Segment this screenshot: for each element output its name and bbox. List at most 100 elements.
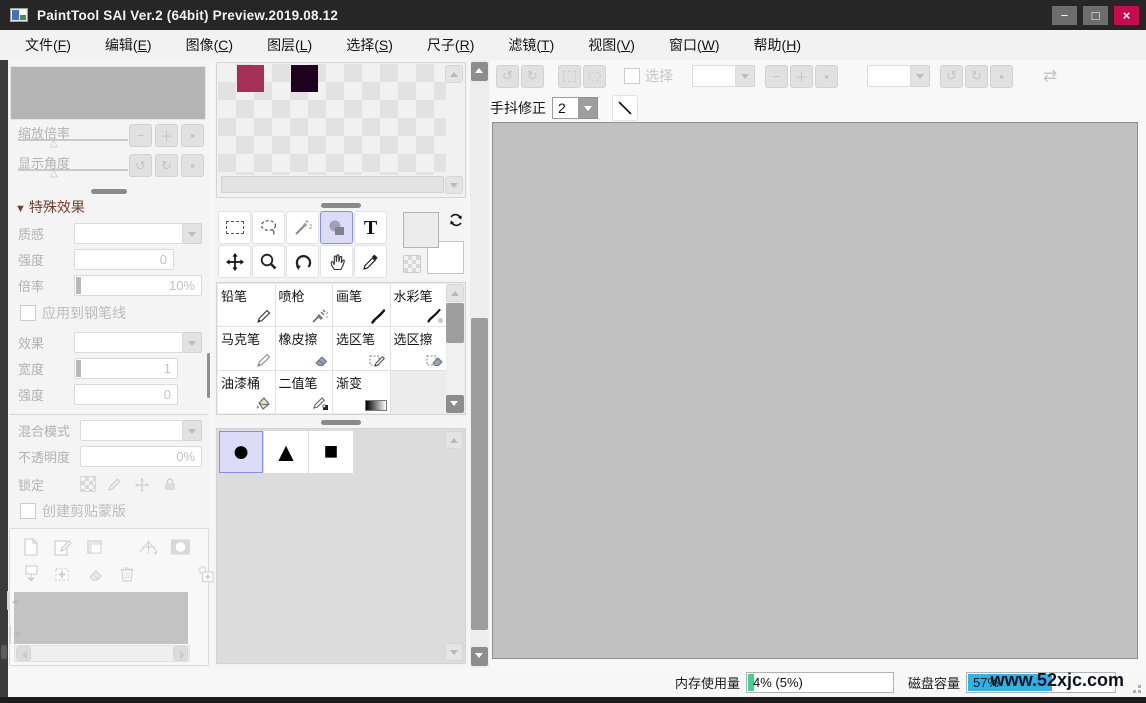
brush-scroll-thumb[interactable] (446, 303, 464, 343)
transparent-color-button[interactable] (403, 255, 421, 273)
angle-slider[interactable] (18, 169, 128, 171)
clipping-mask-checkbox[interactable] (20, 503, 36, 519)
texture-dropdown[interactable] (74, 223, 202, 244)
lasso-tool[interactable] (252, 211, 285, 244)
zoom-reset-button[interactable]: ▪ (815, 65, 838, 88)
canvas[interactable] (492, 122, 1138, 659)
menu-edit[interactable]: 编辑(E) (88, 35, 169, 55)
brush-item[interactable]: 画笔 (333, 284, 390, 326)
flip-view-icon[interactable]: ⇄ (1043, 66, 1057, 86)
layer-mask-icon[interactable] (170, 536, 191, 557)
brush-item[interactable]: 橡皮擦 (276, 327, 333, 369)
rotate-reset-button[interactable]: ▪ (990, 65, 1013, 88)
nav-zoom-out-button[interactable]: − (129, 124, 152, 147)
nav-rotate-ccw-button[interactable]: ↺ (129, 154, 152, 177)
dropdown-arrow-icon[interactable] (183, 223, 202, 244)
navigator-preview[interactable] (10, 66, 206, 120)
magic-wand-tool[interactable] (286, 211, 319, 244)
transfer-down-icon[interactable] (20, 563, 41, 584)
lock-alpha-icon[interactable] (80, 476, 96, 492)
rotate-ccw-button[interactable]: ↺ (940, 65, 963, 88)
texture-strength-field[interactable]: 0 (74, 249, 174, 270)
resize-grip[interactable] (1130, 682, 1141, 693)
brush-item[interactable]: 马克笔 (218, 327, 275, 369)
clear-layer-icon[interactable] (84, 563, 105, 584)
lock-padlock-icon[interactable] (160, 476, 180, 494)
brush-scrollbar[interactable] (446, 284, 464, 413)
brush-item[interactable]: 喷枪 (276, 284, 333, 326)
layer-scroll-down-button[interactable] (9, 625, 11, 644)
rotate-cw-button[interactable]: ↻ (965, 65, 988, 88)
redo-button[interactable]: ↻ (521, 65, 544, 88)
blend-mode-dropdown[interactable] (80, 420, 202, 441)
menu-help[interactable]: 帮助(H) (737, 35, 818, 55)
shape-tool[interactable] (320, 211, 353, 244)
zoom-tool[interactable] (252, 245, 285, 278)
merge-add-icon[interactable] (52, 563, 73, 584)
new-pen-layer-icon[interactable] (52, 536, 73, 557)
brush-scroll-up-button[interactable] (446, 284, 464, 302)
menu-file[interactable]: 文件(F) (8, 35, 88, 55)
layer-horizontal-scrollbar[interactable] (14, 645, 190, 662)
left-panel-scroll-indicator[interactable] (207, 353, 210, 398)
menu-select[interactable]: 选择(S) (329, 35, 410, 55)
special-effects-header[interactable]: ▼特殊效果 (15, 197, 210, 217)
menu-ruler[interactable]: 尺子(R) (410, 35, 491, 55)
stabilizer-value[interactable]: 2 (552, 97, 579, 119)
main-vertical-scrollbar[interactable] (470, 60, 489, 668)
zoom-in-button[interactable]: ＋ (790, 65, 813, 88)
scroll-up-button[interactable] (471, 62, 488, 81)
minimize-button[interactable]: − (1052, 6, 1077, 25)
lock-pencil-icon[interactable] (104, 476, 124, 494)
delete-layer-icon[interactable] (116, 563, 137, 584)
copy-layer-icon[interactable] (194, 563, 215, 584)
close-button[interactable]: × (1114, 6, 1139, 25)
apply-to-pen-checkbox[interactable] (20, 305, 36, 321)
layer-scroll-right-button[interactable] (173, 646, 188, 661)
move-tool[interactable] (218, 245, 251, 278)
new-layer-folder-icon[interactable] (84, 536, 105, 557)
layer-list[interactable] (14, 592, 188, 644)
brush-item[interactable]: 水彩笔 (391, 284, 448, 326)
dropdown-arrow-icon[interactable] (183, 420, 202, 441)
brush-item[interactable]: 选区擦 (391, 327, 448, 369)
brush-item[interactable]: 渐变 (333, 371, 390, 413)
width-field[interactable]: 1 (74, 358, 178, 379)
text-tool[interactable]: T (354, 211, 387, 244)
panel-splitter-handle[interactable] (321, 420, 361, 425)
scroll-thumb[interactable] (471, 318, 488, 630)
shape-circle-option[interactable]: ● (219, 431, 263, 473)
dropdown-arrow-icon[interactable] (183, 332, 202, 353)
menu-filter[interactable]: 滤镜(T) (491, 35, 571, 55)
perspective-ruler-icon[interactable] (138, 536, 159, 557)
shape-triangle-option[interactable]: ▲ (264, 431, 308, 473)
nav-angle-reset-button[interactable]: ▪ (181, 154, 204, 177)
new-layer-icon[interactable] (20, 536, 41, 557)
selection-visibility-checkbox[interactable] (624, 68, 640, 84)
brush-item[interactable]: 油漆桶 (218, 371, 275, 413)
scroll-down-button[interactable] (471, 647, 488, 666)
brush-item[interactable]: 选区笔 (333, 327, 390, 369)
panel-splitter-handle[interactable] (91, 189, 127, 194)
panel-collapse-handle[interactable] (1, 645, 7, 659)
panel-splitter-handle[interactable] (321, 203, 361, 208)
brush-item[interactable]: 铅笔 (218, 284, 275, 326)
swatch-scroll-down-button[interactable] (445, 176, 463, 194)
eyedropper-tool[interactable] (354, 245, 387, 278)
swatch-bottom-bar[interactable] (221, 176, 444, 193)
effect-dropdown[interactable] (74, 332, 202, 353)
nav-zoom-reset-button[interactable]: ▪ (181, 124, 204, 147)
shape-scroll-up-button[interactable] (445, 431, 463, 449)
menu-layer[interactable]: 图层(L) (250, 35, 329, 55)
shape-scrollbar[interactable] (445, 431, 463, 661)
nav-rotate-cw-button[interactable]: ↻ (155, 154, 178, 177)
shape-square-option[interactable]: ■ (309, 431, 353, 473)
scale-field[interactable]: 10% (74, 275, 202, 296)
lock-move-icon[interactable] (132, 476, 152, 494)
brush-scroll-down-button[interactable] (446, 395, 464, 413)
swatch-grid[interactable] (218, 64, 446, 175)
effect-strength-field[interactable]: 0 (74, 384, 178, 405)
dropdown-arrow-icon[interactable] (911, 65, 930, 87)
menu-image[interactable]: 图像(C) (169, 35, 250, 55)
maximize-button[interactable]: □ (1083, 6, 1108, 25)
